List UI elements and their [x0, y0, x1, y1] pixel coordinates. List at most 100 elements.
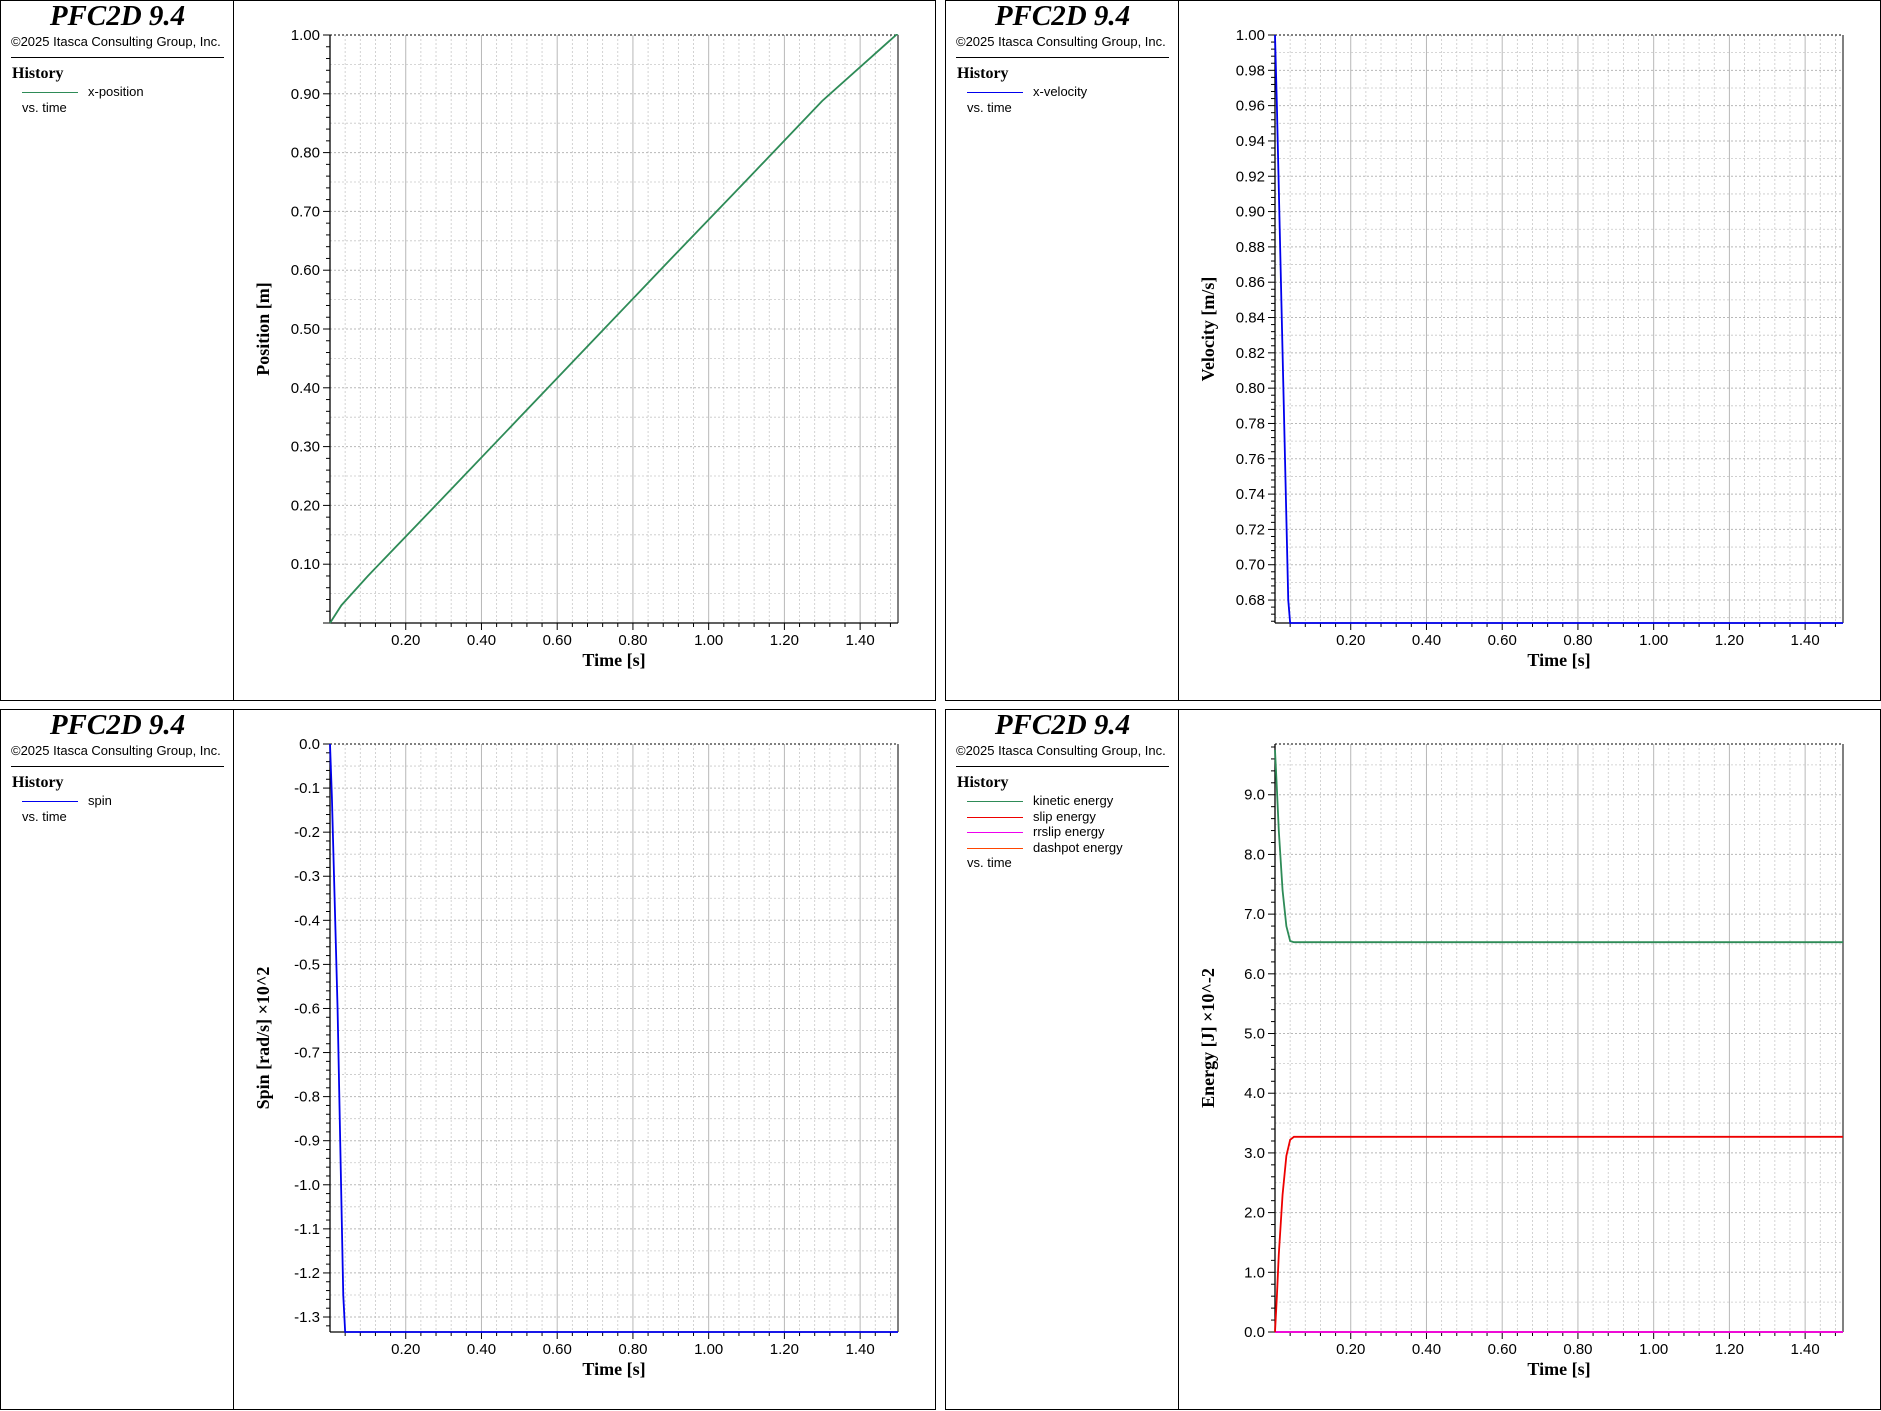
history-chart: 0.20 0.40 0.60 0.80 1.00 1.20 1.40 0.0 1.0 2.0 3.0… — [1198, 743, 1844, 1379]
x-tick-label: 0.20 — [391, 632, 420, 649]
y-tick-label: 0.76 — [1236, 451, 1265, 468]
x-tick-label: 0.20 — [1336, 1341, 1365, 1358]
legend-entry: dashpot energy — [967, 840, 1123, 856]
x-tick-label: 0.60 — [543, 632, 572, 649]
x-tick-label: 0.40 — [1412, 1341, 1441, 1358]
y-tick-label: 0.80 — [1236, 380, 1265, 397]
y-tick-label: 0.94 — [1236, 133, 1265, 150]
x-tick-label: 1.20 — [1715, 1341, 1744, 1358]
y-tick-label: 0.70 — [1236, 557, 1265, 574]
legend-list: kinetic energy slip energy rrslip energy da… — [967, 793, 1123, 870]
copyright-text: ©2025 Itasca Consulting Group, Inc. — [956, 743, 1166, 758]
x-tick-label: 0.80 — [1563, 632, 1592, 649]
legend-entry: spin — [22, 793, 112, 809]
history-panel-spin: PFC2D 9.4 ©2025 Itasca Consulting Group, … — [0, 709, 936, 1410]
y-tick-label: -0.5 — [294, 956, 320, 973]
grid — [1275, 744, 1843, 1333]
y-tick-label: 0.50 — [291, 321, 320, 338]
y-tick-label: 0.72 — [1236, 521, 1265, 538]
legend-swatch — [967, 816, 1023, 818]
legend-series-name: kinetic energy — [1033, 793, 1114, 808]
legend-swatch — [967, 801, 1023, 802]
series-group — [1274, 749, 1843, 1333]
y-tick-label: 1.00 — [291, 27, 320, 44]
y-tick-label: -1.1 — [294, 1221, 320, 1238]
y-tick-label: -0.6 — [294, 1000, 320, 1017]
y-tick-label: 0.80 — [291, 145, 320, 162]
y-tick-label: 0.40 — [291, 380, 320, 397]
legend-divider — [11, 57, 224, 58]
app-title: PFC2D 9.4 — [49, 709, 186, 741]
x-tick-label: 0.60 — [1488, 632, 1517, 649]
legend-list: x-position vs. time — [22, 84, 144, 115]
legend-swatch — [22, 92, 78, 93]
history-label: History — [957, 65, 1009, 82]
legend-series-name: spin — [88, 793, 112, 808]
legend-divider — [11, 766, 224, 767]
y-axis-title: Velocity [m/s] — [1198, 277, 1218, 382]
y-tick-label: 0.0 — [1244, 1324, 1265, 1341]
history-label: History — [12, 65, 64, 82]
legend-series-name: rrslip energy — [1033, 824, 1105, 839]
x-tick-label: 0.60 — [543, 1341, 572, 1358]
x-tick-label: 0.20 — [391, 1341, 420, 1358]
grid — [330, 34, 898, 624]
y-tick-label: -0.7 — [294, 1045, 320, 1062]
x-tick-label: 0.40 — [1412, 632, 1441, 649]
y-tick-label: 0.10 — [291, 556, 320, 573]
y-tick-label: 8.0 — [1244, 846, 1265, 863]
y-axis-title: Spin [rad/s] ×10^2 — [253, 967, 273, 1110]
app-title: PFC2D 9.4 — [994, 0, 1131, 32]
x-tick-label: 1.00 — [694, 632, 723, 649]
y-tick-label: 0.68 — [1236, 592, 1265, 609]
legend-entry: x-velocity — [967, 84, 1087, 100]
y-tick-label: 0.70 — [291, 203, 320, 220]
axis-ticks — [1268, 746, 1836, 1339]
legend-pane: PFC2D 9.4 ©2025 Itasca Consulting Group, … — [1, 1, 234, 700]
y-tick-label: -0.1 — [294, 780, 320, 797]
legend-divider — [956, 766, 1169, 767]
grid — [1275, 34, 1843, 623]
y-tick-label: -1.3 — [294, 1309, 320, 1326]
y-tick-label: -1.2 — [294, 1265, 320, 1282]
y-tick-label: -0.4 — [294, 912, 320, 929]
y-tick-label: 0.30 — [291, 439, 320, 456]
x-tick-label: 0.80 — [618, 1341, 647, 1358]
legend-entry: rrslip energy — [967, 824, 1105, 840]
y-tick-label: 7.0 — [1244, 906, 1265, 923]
copyright-text: ©2025 Itasca Consulting Group, Inc. — [956, 34, 1166, 49]
legend-list: x-velocity vs. time — [967, 84, 1087, 115]
y-tick-label: 0.88 — [1236, 239, 1265, 256]
history-chart: 0.20 0.40 0.60 0.80 1.00 1.20 1.40 0.68 0.70 0.72… — [1198, 27, 1844, 670]
x-tick-label: 1.40 — [1791, 1341, 1820, 1358]
history-chart: 0.20 0.40 0.60 0.80 1.00 1.20 1.40 0.10 0.20 0.30… — [253, 27, 899, 670]
y-tick-label: 0.90 — [1236, 204, 1265, 221]
vs-time-label: vs. time — [22, 99, 67, 115]
y-tick-label: 6.0 — [1244, 966, 1265, 983]
y-tick-label: 1.0 — [1244, 1264, 1265, 1281]
legend-series-name: x-velocity — [1033, 84, 1088, 99]
legend-list: spin vs. time — [22, 793, 112, 824]
y-tick-label: 0.84 — [1236, 310, 1265, 327]
series-line — [1274, 1135, 1843, 1333]
x-axis-title: Time [s] — [1527, 1359, 1590, 1379]
x-axis-title: Time [s] — [1527, 650, 1590, 670]
x-tick-label: 0.60 — [1488, 1341, 1517, 1358]
y-tick-label: 0.74 — [1236, 486, 1265, 503]
legend-entry: kinetic energy — [967, 793, 1113, 809]
x-tick-label: 0.20 — [1336, 632, 1365, 649]
y-tick-label: 1.00 — [1236, 27, 1265, 44]
y-tick-label: 9.0 — [1244, 787, 1265, 804]
y-tick-label: 3.0 — [1244, 1145, 1265, 1162]
y-tick-label: -1.0 — [294, 1177, 320, 1194]
x-tick-label: 1.00 — [694, 1341, 723, 1358]
x-tick-label: 1.20 — [770, 1341, 799, 1358]
y-tick-label: -0.3 — [294, 868, 320, 885]
legend-entry: x-position — [22, 84, 144, 100]
series-line — [1274, 749, 1843, 944]
copyright-text: ©2025 Itasca Consulting Group, Inc. — [11, 743, 221, 758]
x-tick-label: 0.80 — [1563, 1341, 1592, 1358]
x-axis-title: Time [s] — [582, 1359, 645, 1379]
legend-series-name: dashpot energy — [1033, 839, 1123, 855]
legend-swatch — [967, 832, 1023, 833]
